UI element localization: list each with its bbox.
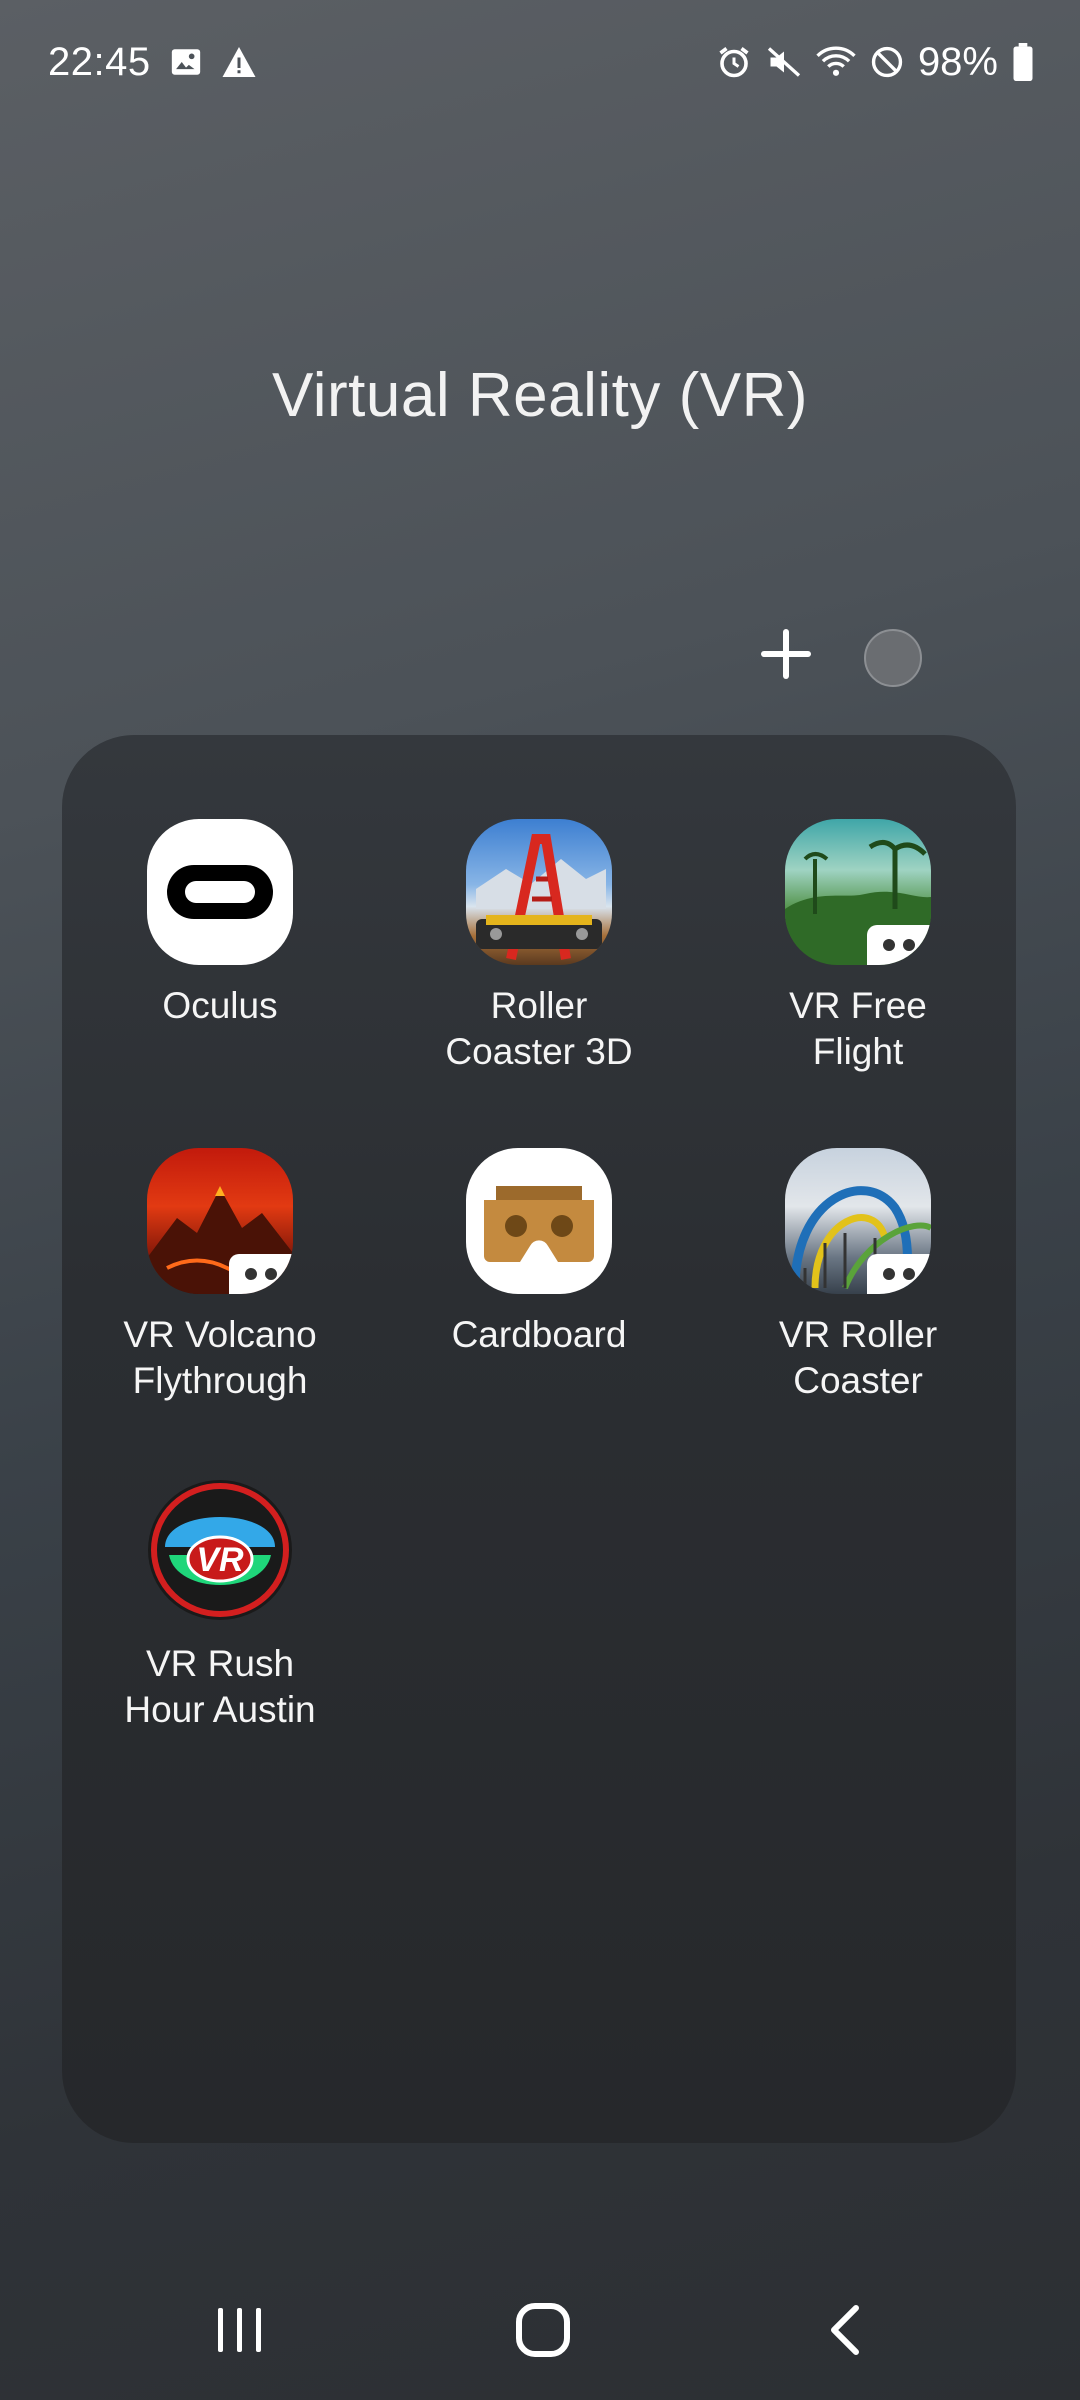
app-vr-roller-coaster[interactable]: VR Roller Coaster: [728, 1148, 988, 1404]
plus-icon: [761, 629, 811, 679]
app-label: Roller Coaster 3D: [445, 985, 633, 1072]
oculus-icon: [147, 819, 293, 965]
app-label: VR Rush Hour Austin: [124, 1643, 316, 1730]
status-left: 22:45: [48, 36, 257, 88]
app-cardboard[interactable]: Cardboard: [409, 1148, 669, 1358]
folder-color-button[interactable]: [864, 629, 922, 687]
cardboard-badge-icon: [229, 1254, 293, 1294]
status-bar: 22:45 98%: [0, 0, 1080, 124]
alarm-icon: [716, 44, 752, 80]
vr-badge-text: VR: [196, 1541, 244, 1579]
vr-roller-coaster-icon: [785, 1148, 931, 1294]
app-label: Oculus: [162, 985, 278, 1026]
status-time: 22:45: [48, 39, 151, 84]
add-apps-button[interactable]: [756, 624, 816, 684]
home-icon: [516, 2303, 570, 2357]
vr-rush-hour-icon: VR: [147, 1477, 293, 1623]
image-icon: [169, 45, 203, 79]
back-icon: [831, 2305, 859, 2355]
recents-button[interactable]: [190, 2290, 290, 2370]
home-button[interactable]: [493, 2290, 593, 2370]
folder-panel: Oculus Roller Coaster 3D VR Free Flight: [62, 735, 1016, 2143]
app-label: VR Free Flight: [789, 985, 927, 1072]
cardboard-badge-icon: [867, 925, 931, 965]
app-label: Cardboard: [451, 1314, 627, 1355]
status-right: 98%: [716, 36, 1034, 88]
do-not-disturb-icon: [870, 45, 904, 79]
roller-coaster-3d-icon: [466, 819, 612, 965]
mute-icon: [766, 44, 802, 80]
app-label: VR Roller Coaster: [778, 1314, 938, 1401]
app-vr-free-flight[interactable]: VR Free Flight: [728, 819, 988, 1075]
app-label: VR Volcano Flythrough: [123, 1314, 317, 1401]
recents-icon: [218, 2308, 261, 2352]
battery-icon: [1012, 43, 1034, 81]
cardboard-icon: [466, 1148, 612, 1294]
app-vr-rush-hour-austin[interactable]: VR VR Rush Hour Austin: [90, 1477, 350, 1733]
app-roller-coaster-3d[interactable]: Roller Coaster 3D: [409, 819, 669, 1075]
navigation-bar: [0, 2270, 1080, 2400]
vr-free-flight-icon: [785, 819, 931, 965]
battery-percent: 98%: [917, 39, 998, 84]
app-vr-volcano-flythrough[interactable]: VR Volcano Flythrough: [90, 1148, 350, 1404]
folder-title[interactable]: Virtual Reality (VR): [0, 360, 1080, 431]
wifi-icon: [816, 44, 856, 80]
app-oculus[interactable]: Oculus: [90, 819, 350, 1029]
vr-volcano-icon: [147, 1148, 293, 1294]
back-button[interactable]: [796, 2290, 896, 2370]
warning-icon: [221, 45, 257, 79]
cardboard-badge-icon: [867, 1254, 931, 1294]
